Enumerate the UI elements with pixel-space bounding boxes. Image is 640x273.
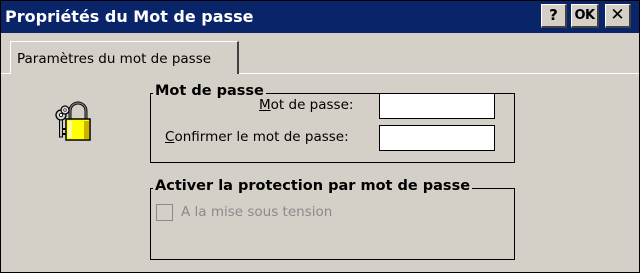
keys-lock-icon (55, 101, 91, 141)
window-title: Propriétés du Mot de passe (5, 7, 254, 26)
power-on-checkbox[interactable] (156, 204, 173, 221)
power-on-checkbox-label: A la mise sous tension (181, 204, 333, 220)
protection-groupbox: Activer la protection par mot de passe (150, 178, 515, 260)
confirm-password-input[interactable] (379, 125, 495, 151)
tab-strip-border-right (238, 73, 639, 74)
password-label: Mot de passe: (259, 97, 354, 113)
password-input[interactable] (379, 93, 495, 119)
password-group-legend: Mot de passe (153, 83, 266, 99)
protection-group-legend: Activer la protection par mot de passe (153, 178, 473, 194)
confirm-password-label: Confirmer le mot de passe: (165, 129, 349, 145)
ok-button[interactable]: OK (571, 4, 599, 28)
close-button[interactable]: ✕ (605, 4, 631, 28)
tab-password-settings[interactable]: Paramètres du mot de passe (10, 41, 239, 74)
title-bar[interactable]: Propriétés du Mot de passe ? OK ✕ (1, 1, 639, 33)
help-button[interactable]: ? (541, 4, 567, 28)
password-properties-window: Propriétés du Mot de passe ? OK ✕ Paramè… (0, 0, 640, 273)
